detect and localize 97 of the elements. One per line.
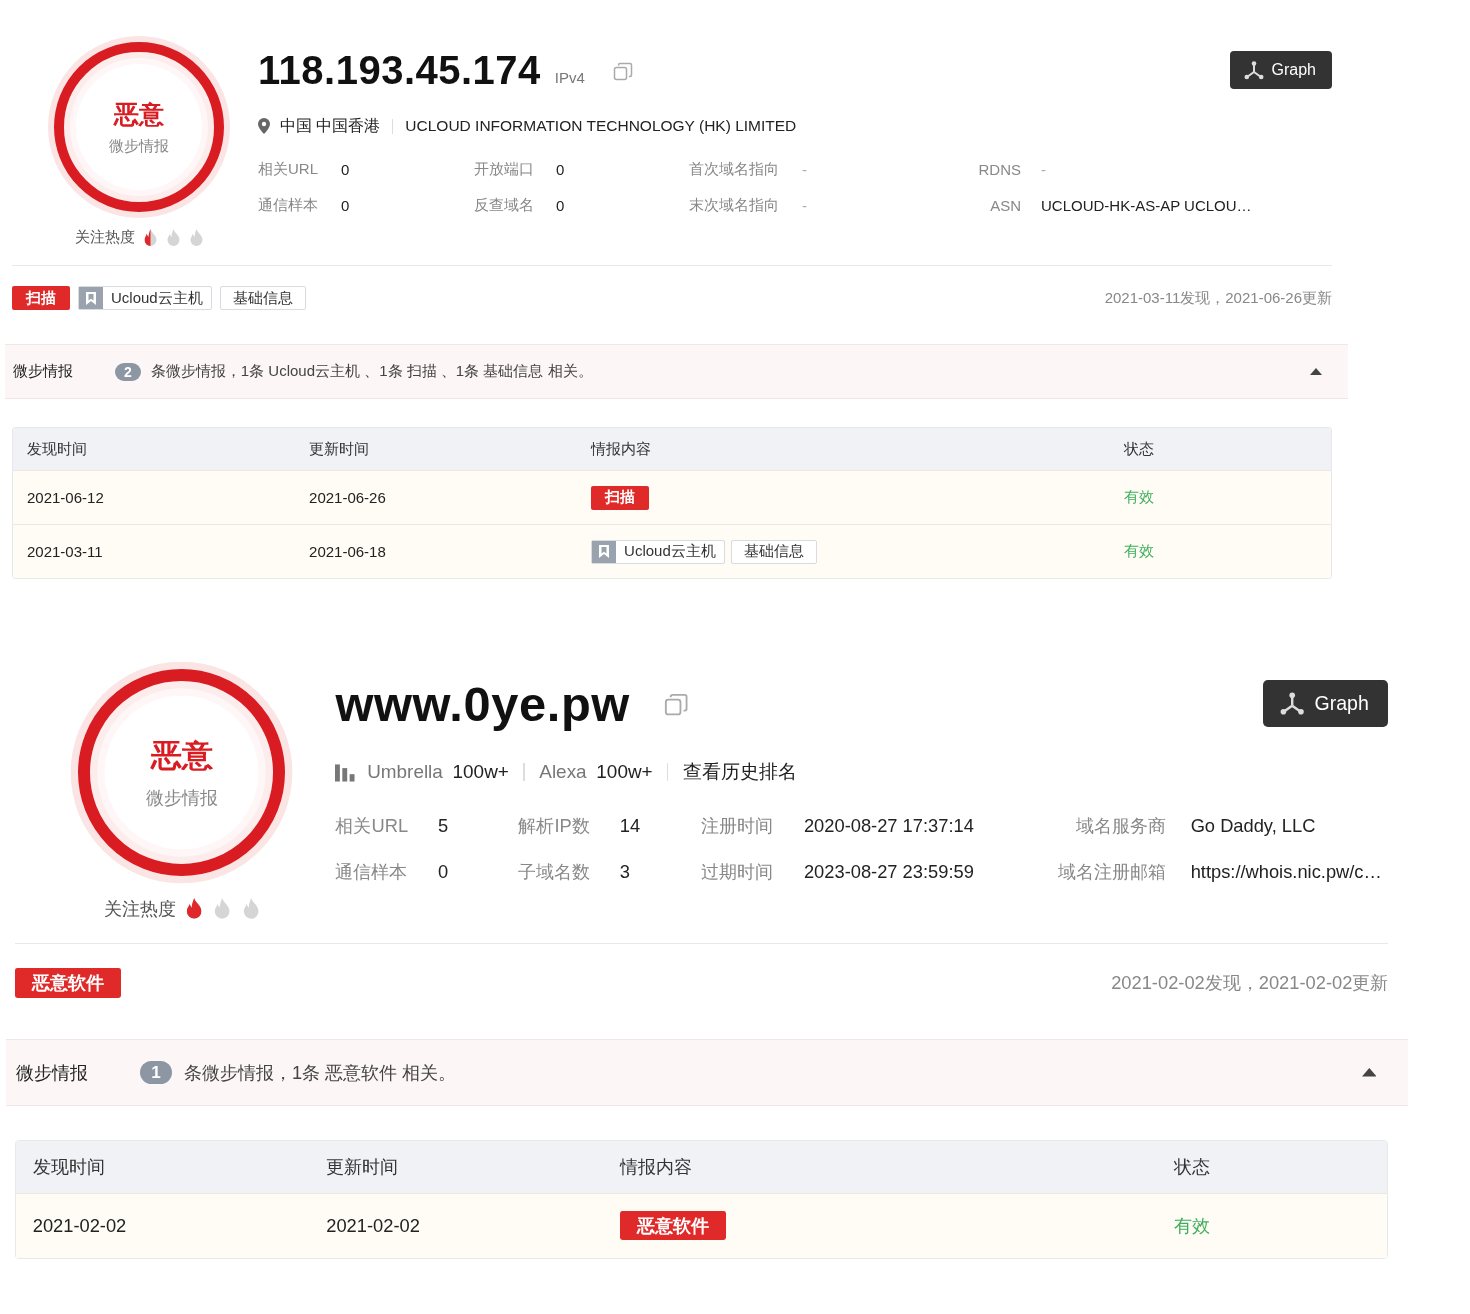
column-header: 更新时间 [325, 1155, 400, 1180]
status-text: 有效 [1122, 488, 1155, 507]
column-header: 情报内容 [589, 439, 653, 459]
field-value: 0 [341, 161, 351, 178]
intel-summary: 条微步情报，1条 恶意软件 相关。 [183, 1061, 457, 1086]
flame-icon [188, 229, 204, 246]
status-text: 有效 [1172, 1214, 1211, 1239]
field-label: 解析IP数 [518, 814, 591, 839]
graph-icon [1280, 691, 1305, 716]
bookmark-icon [79, 287, 103, 309]
intel-summary: 条微步情报，1条 Ucloud云主机 、1条 扫描 、1条 基础信息 相关。 [150, 362, 593, 381]
field-value: 2023-08-27 23:59:59 [803, 860, 975, 883]
rank-value: 100w+ [452, 760, 509, 783]
column-header: 状态 [1172, 1155, 1211, 1180]
graph-button[interactable]: Graph [1229, 51, 1332, 89]
field-label: 首次域名指向 [689, 160, 780, 179]
indicator-title: www.0ye.pw [335, 675, 630, 732]
field-label: 子域名数 [518, 860, 592, 885]
location-text: 中国 中国香港 [280, 115, 381, 136]
flame-icon [241, 898, 260, 919]
column-header: 情报内容 [618, 1155, 693, 1180]
threat-tag: 扫描 [591, 485, 650, 510]
table-cell-text: 2021-06-26 [308, 489, 387, 506]
field-value: 2020-08-27 17:37:14 [803, 814, 975, 837]
field-label: 通信样本 [335, 860, 409, 885]
field-value: https://whois.nic.pw/c… [1189, 860, 1383, 883]
heat-label: 关注热度 [103, 896, 176, 921]
heat-label: 关注热度 [74, 228, 135, 247]
column-header: 状态 [1122, 439, 1155, 459]
rank-value: 100w+ [596, 760, 653, 783]
field-label: 相关URL [258, 160, 319, 179]
collapse-caret-icon[interactable] [1310, 368, 1322, 375]
status-text: 有效 [1122, 542, 1155, 561]
verdict-label: 恶意 [150, 737, 213, 775]
category-tag: 基础信息 [730, 539, 817, 564]
field-value: 0 [556, 161, 566, 178]
indicator-type: IPv4 [554, 68, 585, 86]
verdict-source: 微步情报 [109, 137, 169, 156]
table-cell-text: 2021-02-02 [31, 1214, 128, 1237]
indicator-title: 118.193.45.174 [258, 47, 541, 93]
column-header: 发现时间 [26, 439, 88, 459]
field-label: 末次域名指向 [689, 196, 780, 215]
field-value: 0 [437, 860, 450, 883]
date-summary: 2021-03-11发现，2021-06-26更新 [1104, 288, 1332, 308]
field-label: 相关URL [335, 814, 410, 839]
field-label: 开放端口 [474, 160, 535, 179]
rank-source: Alexa [539, 760, 587, 783]
field-value: 0 [556, 197, 566, 214]
flame-icon [185, 898, 204, 919]
field-value: 5 [437, 814, 450, 837]
category-tag: Ucloud云主机 [78, 286, 212, 310]
intel-label: 微步情报 [13, 362, 74, 381]
field-value: 0 [341, 197, 351, 214]
field-label: RDNS [977, 161, 1021, 178]
field-value: Go Daddy, LLC [1189, 814, 1317, 837]
field-value: - [802, 161, 808, 178]
count-badge: 1 [140, 1061, 172, 1084]
threat-tag: 扫描 [12, 286, 70, 310]
rank-source: Umbrella [367, 760, 443, 783]
table-cell-text: 2021-03-11 [26, 543, 104, 560]
count-badge: 2 [115, 362, 141, 381]
field-label: 域名服务商 [1075, 814, 1167, 839]
field-label: 反查域名 [474, 196, 535, 215]
category-tag: Ucloud云主机 [591, 539, 725, 564]
verdict-label: 恶意 [114, 99, 164, 130]
organization-name: UCLOUD INFORMATION TECHNOLOGY (HK) LIMITED [405, 117, 797, 135]
collapse-caret-icon[interactable] [1361, 1068, 1377, 1077]
date-summary: 2021-02-02发现，2021-02-02更新 [1111, 971, 1389, 996]
column-header: 发现时间 [31, 1155, 106, 1180]
location-pin-icon [258, 118, 270, 134]
flame-icon [213, 898, 232, 919]
threat-tag: 恶意软件 [619, 1211, 726, 1241]
field-value: 3 [619, 860, 631, 883]
flame-icon [165, 229, 181, 246]
field-label: 注册时间 [701, 814, 775, 839]
table-cell-text: 2021-06-18 [308, 543, 387, 560]
field-label: 过期时间 [701, 860, 775, 885]
column-header: 更新时间 [308, 439, 371, 459]
field-label: ASN [989, 197, 1021, 214]
field-value: - [802, 197, 808, 214]
graph-icon [1243, 60, 1264, 80]
field-value: 14 [619, 814, 642, 837]
bar-chart-icon [335, 762, 358, 782]
flame-icon [142, 229, 158, 246]
bookmark-icon [592, 540, 617, 563]
history-rank-link[interactable]: 查看历史排名 [683, 758, 798, 785]
intel-label: 微步情报 [15, 1061, 89, 1086]
field-label: 通信样本 [258, 196, 319, 215]
table-cell-text: 2021-02-02 [325, 1214, 421, 1237]
category-tag: 基础信息 [219, 286, 306, 310]
threat-tag: 恶意软件 [14, 968, 121, 998]
field-value: - [1040, 161, 1047, 178]
field-value: UCLOUD-HK-AS-AP UCLOU… [1040, 197, 1253, 214]
table-cell-text: 2021-06-12 [26, 489, 105, 506]
graph-button[interactable]: Graph [1263, 680, 1389, 727]
verdict-source: 微步情报 [145, 785, 218, 810]
field-label: 域名注册邮箱 [1057, 860, 1167, 885]
